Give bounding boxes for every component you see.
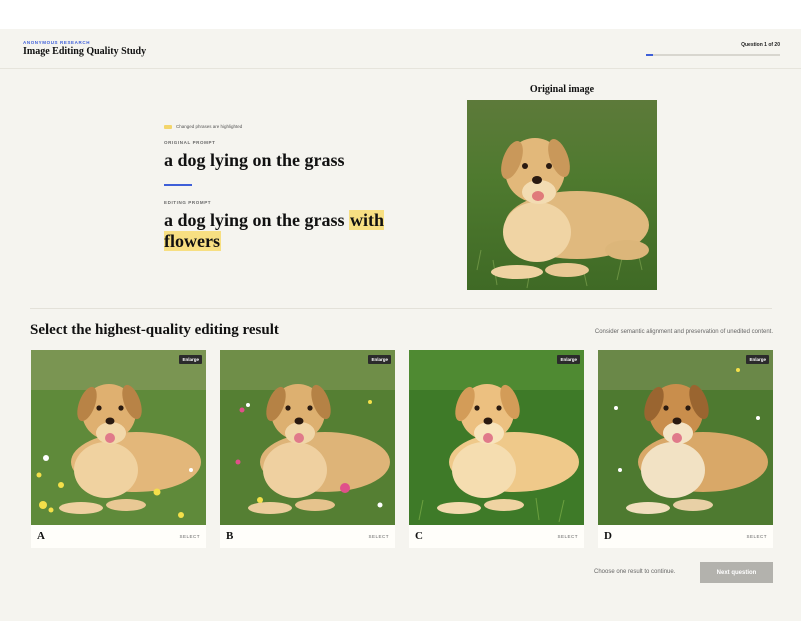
dog-image-c <box>409 350 584 525</box>
result-image-c: Enlarge <box>409 350 584 525</box>
highlight-legend-text: Changed phrases are highlighted <box>176 124 243 129</box>
editing-prompt-base: a dog lying on the grass <box>164 210 345 230</box>
result-image-d: Enlarge <box>598 350 773 525</box>
study-page: Anonymous Research Image Editing Quality… <box>0 29 801 621</box>
original-image-caption: Original image <box>529 84 595 95</box>
highlight-swatch <box>164 124 172 129</box>
result-card-c[interactable]: Enlarge C SELECT <box>409 350 584 548</box>
next-question-button[interactable]: Next question <box>700 562 773 583</box>
dog-image-a <box>31 350 206 525</box>
result-image-a: Enlarge <box>31 350 206 525</box>
option-letter-b: B <box>226 530 234 542</box>
result-card-b[interactable]: Enlarge B SELECT <box>220 350 395 548</box>
page-title: Image Editing Quality Study <box>23 46 147 57</box>
progress-bar <box>646 53 780 56</box>
result-card-d[interactable]: Enlarge D SELECT <box>598 350 773 548</box>
enlarge-button-c[interactable]: Enlarge <box>557 355 580 364</box>
select-button-d[interactable]: SELECT <box>746 534 767 539</box>
question-counter: Question 1 of 20 <box>741 42 780 48</box>
select-button-a[interactable]: SELECT <box>179 534 200 539</box>
result-card-a[interactable]: Enlarge A SELECT <box>31 350 206 548</box>
option-letter-d: D <box>604 530 612 542</box>
header: Anonymous Research Image Editing Quality… <box>0 29 801 69</box>
editing-prompt-label: Editing prompt <box>164 200 212 205</box>
select-button-c[interactable]: SELECT <box>557 534 578 539</box>
selection-heading: Select the highest-quality editing resul… <box>30 322 279 338</box>
footer-hint: Choose one result to continue. <box>594 569 676 575</box>
selection-hint: Consider semantic alignment and preserva… <box>594 329 773 335</box>
section-divider <box>30 308 772 309</box>
enlarge-button-d[interactable]: Enlarge <box>746 355 769 364</box>
original-prompt-text: a dog lying on the grass <box>164 150 345 170</box>
select-button-b[interactable]: SELECT <box>368 534 389 539</box>
dog-image-d <box>598 350 773 525</box>
enlarge-button-b[interactable]: Enlarge <box>368 355 391 364</box>
dog-image-b <box>220 350 395 525</box>
option-letter-c: C <box>415 530 423 542</box>
dog-image-original <box>467 100 657 290</box>
result-image-b: Enlarge <box>220 350 395 525</box>
option-letter-a: A <box>37 530 45 542</box>
highlight-legend: Changed phrases are highlighted <box>164 124 242 129</box>
enlarge-button-a[interactable]: Enlarge <box>179 355 202 364</box>
progress-fill <box>646 53 653 56</box>
original-image <box>467 100 657 290</box>
editing-prompt-text: a dog lying on the grass with flowers <box>164 210 424 252</box>
eyebrow-label: Anonymous Research <box>23 40 91 45</box>
accent-divider <box>164 184 192 186</box>
original-prompt-label: Original prompt <box>164 140 216 145</box>
